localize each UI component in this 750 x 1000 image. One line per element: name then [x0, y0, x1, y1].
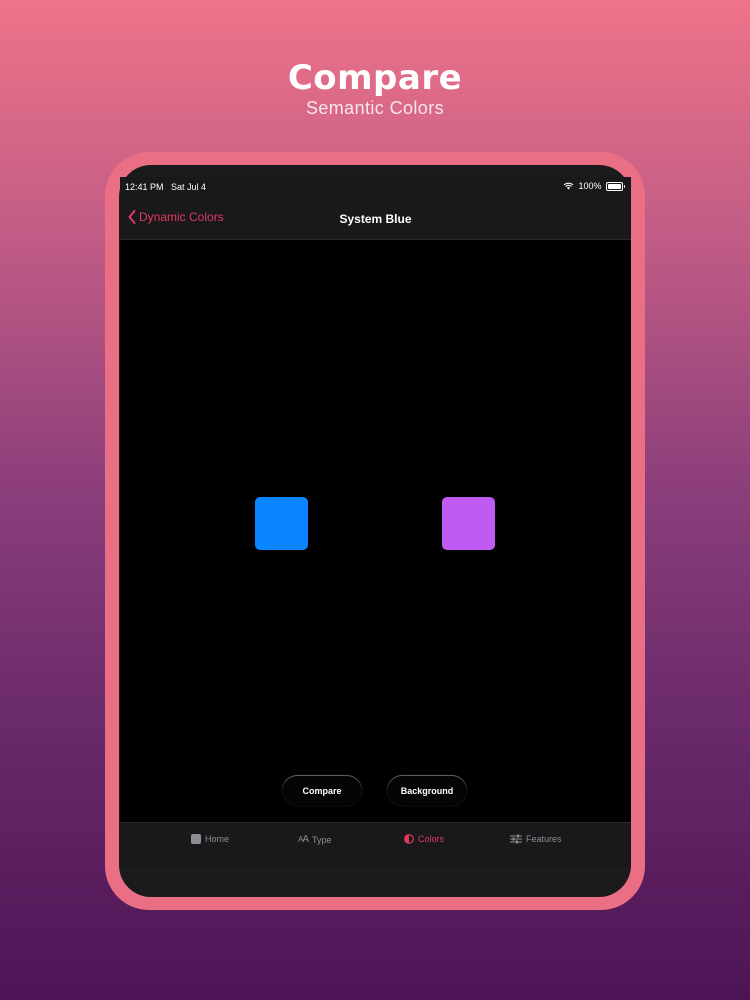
chevron-left-icon [128, 210, 136, 224]
battery-icon [605, 181, 623, 191]
battery-percent: 100% [578, 181, 602, 191]
square-icon [191, 834, 201, 844]
navigation-bar: Dynamic Colors System Blue [120, 199, 631, 240]
status-bar: 12:41 PM Sat Jul 4 100% [120, 177, 631, 199]
color-swatch-left [255, 497, 308, 550]
promo-title: Compare [287, 58, 463, 98]
battery-tip [623, 184, 625, 188]
tab-colors-label: Colors [418, 834, 445, 844]
back-button-label: Dynamic Colors [139, 210, 224, 224]
tab-colors[interactable]: Colors [404, 834, 444, 844]
app-screen: 12:41 PM Sat Jul 4 100% Dynamic Colors S… [120, 177, 631, 867]
ipad-frame: 12:41 PM Sat Jul 4 100% Dynamic Colors S… [105, 152, 645, 910]
text-size-icon: AA [298, 834, 309, 845]
color-swatch-right [442, 497, 495, 550]
status-right: 100% [563, 181, 625, 191]
promo-header: Compare Semantic Colors [0, 58, 750, 118]
contrast-icon [404, 834, 414, 844]
background-button[interactable]: Background [387, 775, 467, 806]
tab-type-label: Type [312, 834, 332, 845]
tab-type[interactable]: AA Type [298, 834, 332, 845]
wifi-icon [564, 182, 574, 190]
tab-home[interactable]: Home [191, 834, 229, 844]
tab-features[interactable]: Features [510, 834, 562, 844]
tab-bar: Home AA Type Colors Features [120, 822, 631, 856]
sliders-icon [510, 834, 522, 844]
promo-subtitle: Semantic Colors [305, 98, 445, 118]
home-indicator-area [120, 856, 631, 867]
status-time: 12:41 PM Sat Jul 4 [125, 182, 207, 192]
back-button[interactable]: Dynamic Colors [128, 210, 224, 224]
compare-button[interactable]: Compare [282, 775, 362, 806]
tab-features-label: Features [526, 834, 562, 844]
tab-home-label: Home [205, 834, 230, 844]
